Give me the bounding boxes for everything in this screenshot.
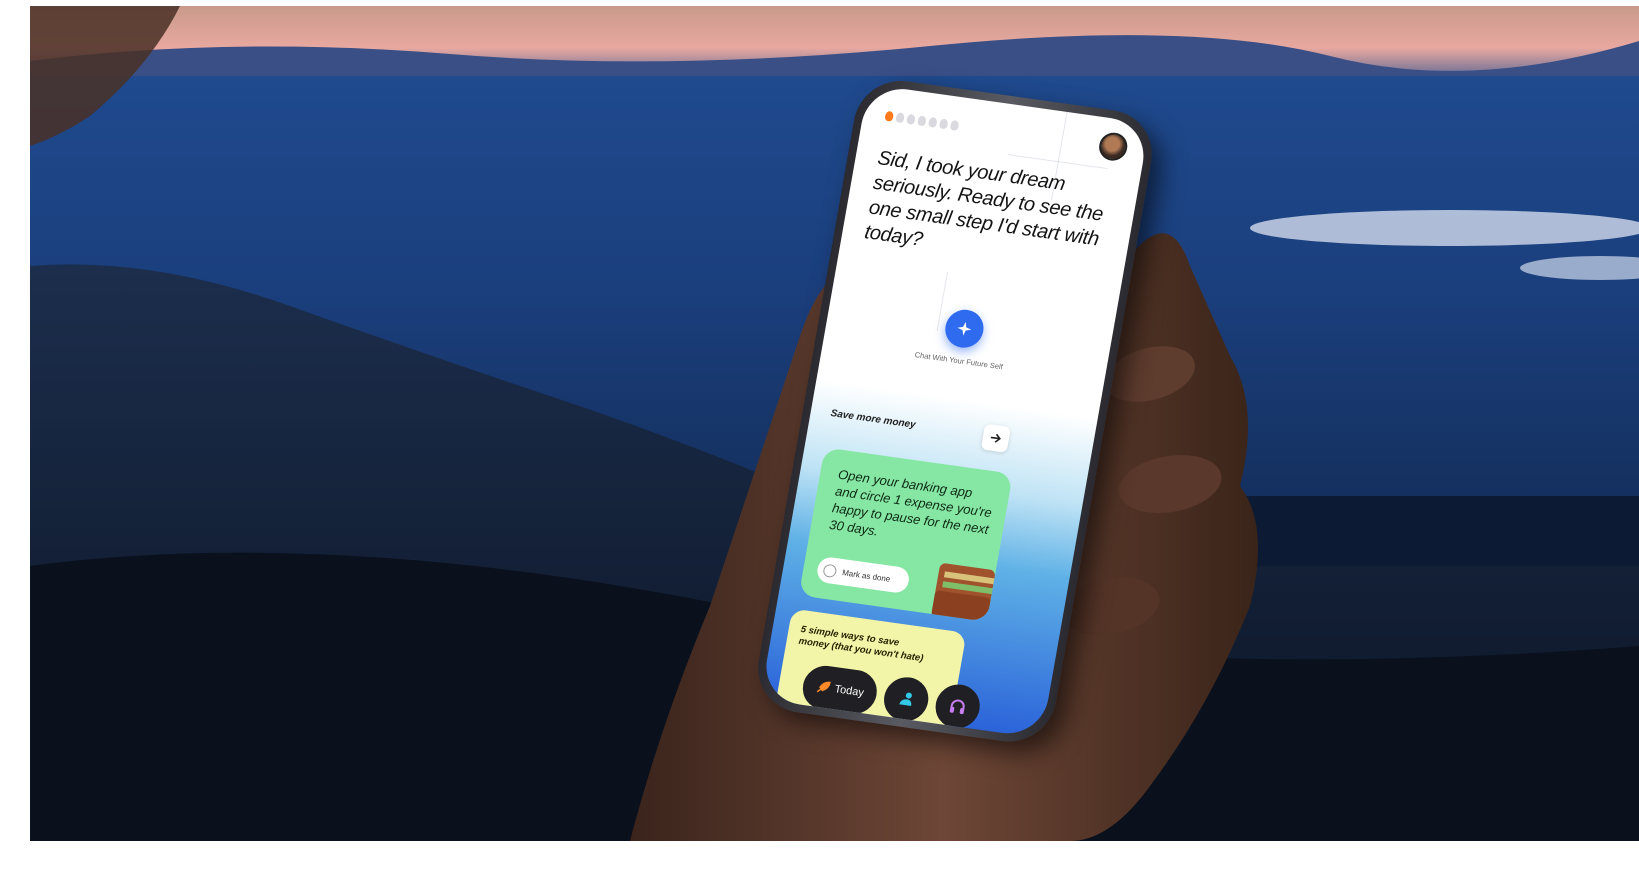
rocket-icon	[816, 681, 831, 693]
flame-icon	[884, 110, 895, 122]
mark-as-done-label: Mark as done	[841, 567, 892, 584]
task-card[interactable]: Open your banking app and circle 1 expen…	[798, 447, 1013, 622]
headphones-icon	[949, 699, 965, 715]
arrow-right-icon	[990, 433, 1001, 443]
sparkle-icon	[957, 321, 972, 336]
goal-header[interactable]: Save more money	[821, 397, 1015, 459]
flame-icon	[895, 112, 905, 124]
flame-icon	[917, 115, 927, 127]
flame-icon	[949, 119, 960, 131]
chat-future-self-button[interactable]	[942, 307, 987, 351]
tab-today[interactable]: Today	[799, 663, 881, 717]
tab-today-label: Today	[833, 683, 865, 700]
flame-icon	[938, 118, 949, 130]
person-icon	[899, 692, 912, 706]
mark-as-done-button[interactable]: Mark as done	[815, 555, 911, 595]
avatar[interactable]	[1096, 130, 1130, 163]
checkbox-icon	[822, 563, 838, 578]
flame-icon	[906, 113, 916, 125]
task-text: Open your banking app and circle 1 expen…	[828, 466, 993, 539]
goal-title: Save more money	[829, 408, 917, 431]
flame-icon	[927, 116, 938, 128]
wallet-icon	[931, 563, 995, 622]
article-title: 5 simple ways to save money (that you wo…	[797, 623, 925, 665]
streak-tracker	[884, 110, 960, 131]
tab-future-self[interactable]	[880, 674, 932, 724]
goal-arrow-button[interactable]	[980, 423, 1011, 453]
tab-audio[interactable]	[932, 681, 984, 732]
chat-button-label: Chat With Your Future Self	[914, 350, 1004, 372]
